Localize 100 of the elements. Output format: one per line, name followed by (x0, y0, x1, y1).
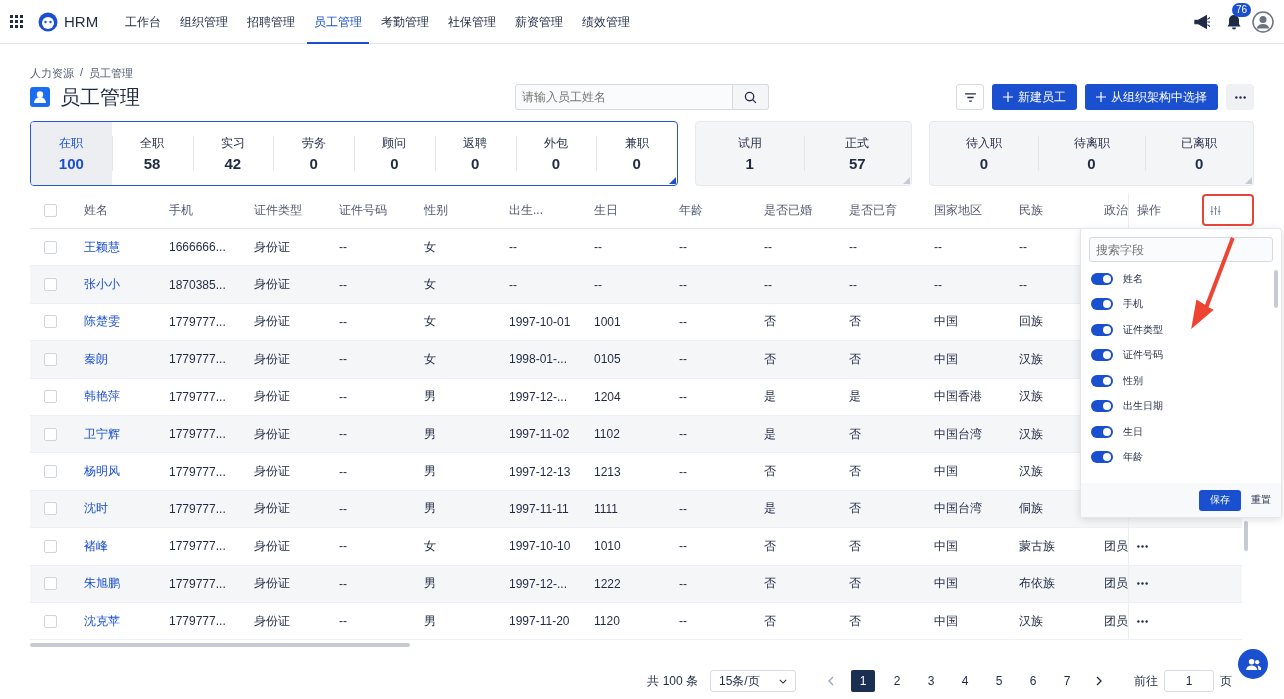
stat-tab[interactable]: 顾问 0 (354, 122, 435, 185)
toggle-switch[interactable] (1091, 323, 1113, 336)
nav-tab[interactable]: 工作台 (118, 0, 169, 44)
more-button[interactable] (1226, 84, 1254, 110)
stat-tab[interactable]: 待离职 0 (1037, 122, 1146, 185)
field-label: 手机 (1123, 297, 1143, 312)
employee-name-link[interactable]: 杨明风 (84, 463, 120, 481)
stat-tab[interactable]: 外包 0 (515, 122, 597, 185)
row-checkbox[interactable] (44, 465, 57, 479)
page-button[interactable]: 7 (1055, 670, 1079, 693)
nav-tab[interactable]: 薪资管理 (508, 0, 571, 44)
table-cell: 中国 (934, 575, 958, 593)
toggle-switch[interactable] (1091, 272, 1113, 285)
toggle-switch[interactable] (1091, 400, 1113, 413)
stat-tab[interactable]: 在职 100 (31, 122, 112, 185)
table-cell: 女 (424, 313, 436, 331)
employee-name-link[interactable]: 褚峰 (84, 537, 108, 555)
toggle-switch[interactable] (1091, 451, 1113, 464)
row-checkbox[interactable] (44, 278, 57, 292)
row-checkbox[interactable] (44, 352, 57, 366)
page-button[interactable]: 3 (919, 670, 943, 693)
scrollbar[interactable] (30, 643, 410, 648)
nav-tab[interactable]: 招聘管理 (240, 0, 303, 44)
add-button[interactable]: 新建员工 (992, 84, 1077, 110)
stat-tab[interactable]: 实习 42 (192, 122, 274, 185)
table-cell: 否 (764, 612, 776, 630)
table-cell: -- (934, 240, 942, 255)
more-icon[interactable] (1137, 619, 1148, 623)
page-button[interactable]: 6 (1021, 670, 1045, 693)
more-icon[interactable] (1137, 582, 1148, 586)
nav-tab[interactable]: 绩效管理 (575, 0, 638, 44)
row-checkbox[interactable] (44, 390, 57, 404)
scrollbar[interactable] (1244, 521, 1248, 551)
next-page-icon[interactable] (1096, 676, 1102, 687)
add-button[interactable]: 从组织架构中选择 (1085, 84, 1218, 110)
employee-name-link[interactable]: 秦朗 (84, 350, 108, 368)
toggle-switch[interactable] (1091, 298, 1113, 311)
stat-tab[interactable]: 试用 1 (696, 122, 804, 185)
goto-page-field[interactable]: 1 (1164, 670, 1214, 693)
megaphone-icon[interactable] (1194, 13, 1210, 30)
scrollbar[interactable] (1274, 270, 1278, 308)
stat-tab[interactable]: 全职 58 (111, 122, 193, 185)
avatar-icon[interactable] (1252, 10, 1274, 33)
nav-tab[interactable]: 员工管理 (307, 0, 370, 44)
employee-name-link[interactable]: 沈时 (84, 500, 108, 518)
page-button[interactable]: 5 (987, 670, 1011, 693)
bell-icon[interactable] (1226, 13, 1242, 30)
stat-tab[interactable]: 劳务 0 (273, 122, 354, 185)
breadcrumb-item[interactable]: 员工管理 (89, 66, 134, 81)
row-checkbox[interactable] (44, 577, 57, 591)
table-cell: 身份证 (254, 238, 290, 256)
stat-tab[interactable]: 返聘 0 (434, 122, 516, 185)
field-label: 出生日期 (1123, 399, 1163, 414)
person-icon (30, 87, 50, 107)
employee-name-link[interactable]: 陈楚雯 (84, 313, 120, 331)
employee-name-link[interactable]: 王颖慧 (84, 238, 120, 256)
nav-tab[interactable]: 社保管理 (441, 0, 504, 44)
more-icon[interactable] (1137, 544, 1148, 548)
nav-tab[interactable]: 组织管理 (173, 0, 236, 44)
table-cell: -- (849, 240, 857, 255)
employee-name-link[interactable]: 朱旭鹏 (84, 575, 120, 593)
page-button[interactable]: 1 (851, 670, 875, 693)
search-button[interactable] (733, 84, 769, 110)
table-cell: 1997-11-11 (509, 501, 569, 516)
row-checkbox[interactable] (44, 315, 57, 329)
employee-name-link[interactable]: 卫宁辉 (84, 425, 120, 443)
stat-tab[interactable]: 正式 57 (803, 122, 911, 185)
stat-tab[interactable]: 已离职 0 (1145, 122, 1253, 185)
reset-button[interactable]: 重置 (1251, 493, 1271, 507)
employee-name-link[interactable]: 沈克苹 (84, 612, 120, 630)
row-checkbox[interactable] (44, 427, 57, 441)
select-all-checkbox[interactable] (44, 204, 57, 217)
filter-button[interactable] (956, 84, 984, 110)
app-grid-icon[interactable] (10, 14, 24, 29)
employee-name-link[interactable]: 张小小 (84, 276, 120, 294)
stat-tab[interactable]: 待入职 0 (930, 122, 1038, 185)
table-cell: 中国 (934, 350, 958, 368)
toggle-switch[interactable] (1091, 374, 1113, 387)
nav-tab[interactable]: 考勤管理 (374, 0, 437, 44)
field-search-input[interactable]: 搜索字段 (1089, 237, 1273, 262)
breadcrumb-item[interactable]: 人力资源 (30, 66, 74, 81)
employee-name-link[interactable]: 韩艳萍 (84, 388, 120, 406)
contacts-button[interactable] (1238, 649, 1268, 679)
save-button[interactable]: 保存 (1199, 489, 1241, 511)
column-header: 性别 (423, 202, 449, 219)
page-button[interactable]: 4 (953, 670, 977, 693)
toggle-switch[interactable] (1091, 349, 1113, 362)
table-cell: 汉族 (1019, 388, 1043, 406)
page-button[interactable]: 2 (885, 670, 909, 693)
row-checkbox[interactable] (44, 539, 57, 553)
stat-tab[interactable]: 兼职 0 (596, 122, 677, 185)
goto-suffix: 页 (1220, 672, 1232, 690)
page-size-select[interactable]: 15条/页 (710, 670, 796, 693)
row-checkbox[interactable] (44, 502, 57, 516)
row-checkbox[interactable] (44, 240, 57, 254)
row-checkbox[interactable] (44, 614, 57, 628)
search-field[interactable]: 请输入员工姓名 (515, 84, 733, 110)
table-cell: 身份证 (254, 537, 290, 555)
toggle-switch[interactable] (1091, 425, 1113, 438)
previous-page-icon[interactable] (828, 676, 834, 687)
